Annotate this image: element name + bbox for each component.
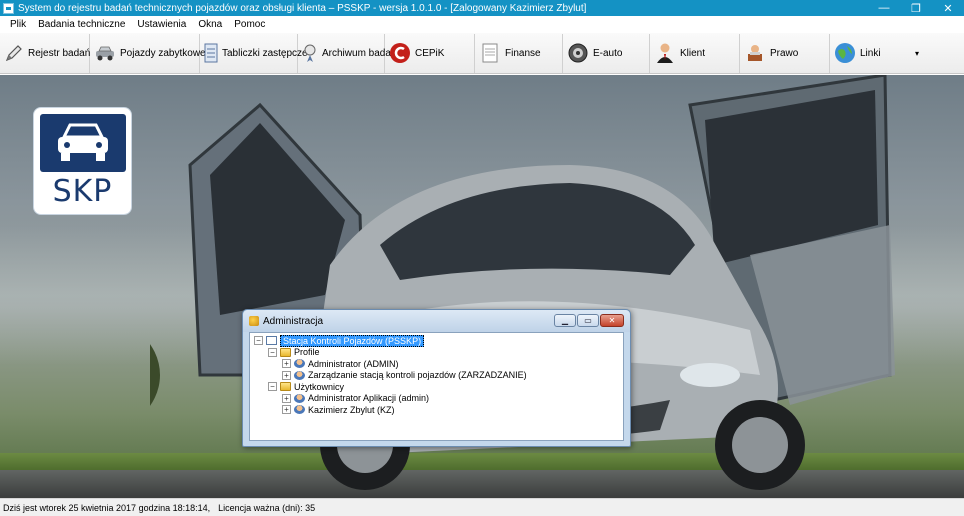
dialog-app-icon [249,316,259,326]
menu-plik[interactable]: Plik [4,19,32,30]
linki-label: Linki [860,47,881,59]
tabliczki-zastepcze-button[interactable]: Tabliczki zastępcze [200,33,308,73]
collapse-icon[interactable]: − [268,382,277,392]
archive-icon [302,42,318,64]
app-icon [3,2,14,14]
expand-icon[interactable]: + [282,405,291,415]
tree-node-user-admin[interactable]: + Administrator Aplikacji (admin) [254,393,619,405]
vintage-car-icon [94,42,116,64]
dialog-maximize-button[interactable]: ▭ [577,314,599,327]
status-date: Dziś jest wtorek 25 kwietnia 2017 godzin… [3,502,211,513]
tree-node-user-kz[interactable]: + Kazimierz Zbylut (KZ) [254,404,619,416]
tree-node-label: Stacja Kontroli Pojazdów (PSSKP) [280,334,425,347]
window-controls: — ❐ ✕ [868,0,964,16]
dialog-window-controls: ▁ ▭ ✕ [554,314,624,327]
close-button[interactable]: ✕ [932,0,964,16]
tree-node-profile-admin[interactable]: + Administrator (ADMIN) [254,358,619,370]
title-bar: System do rejestru badań technicznych po… [0,0,964,16]
expand-icon[interactable]: + [282,393,291,403]
user-icon [294,370,305,380]
tree-node-profile[interactable]: − Profile [254,347,619,359]
cepik-label: CEPiK [415,47,445,59]
tabliczki-zastepcze-label: Tabliczki zastępcze [222,47,308,59]
expand-icon[interactable]: + [282,370,291,380]
status-bar: Dziś jest wtorek 25 kwietnia 2017 godzin… [0,498,964,516]
tree-node-label: Profile [294,347,320,358]
tree-node-label: Zarządzanie stacją kontroli pojazdów (ZA… [308,370,527,381]
globe-icon [834,42,856,64]
skp-logo-text: SKP [52,174,113,209]
toolbar-overflow-dropdown[interactable]: ▾ [902,49,932,58]
pojazdy-zabytkowe-label: Pojazdy zabytkowe [120,47,206,59]
menu-bar: Plik Badania techniczne Ustawienia Okna … [0,16,964,33]
menu-okna[interactable]: Okna [192,19,228,30]
dialog-title: Administracja [263,315,324,327]
archiwum-badan-button[interactable]: Archiwum badań [298,33,396,73]
tree-node-station[interactable]: − Stacja Kontroli Pojazdów (PSSKP) [254,334,619,347]
window-title: System do rejestru badań technicznych po… [18,2,587,14]
dialog-minimize-button[interactable]: ▁ [554,314,576,327]
toolbar: Rejestr badań Pojazdy zabytkowe Tabliczk… [0,33,964,74]
klient-button[interactable]: Klient [650,33,740,73]
folder-icon [280,382,291,392]
menu-pomoc[interactable]: Pomoc [228,19,271,30]
administration-dialog: Administracja ▁ ▭ ✕ − Stacja Kontroli Po… [242,309,631,447]
minimize-button[interactable]: — [868,0,900,16]
administration-tree[interactable]: − Stacja Kontroli Pojazdów (PSSKP) − Pro… [249,332,624,441]
dialog-close-button[interactable]: ✕ [600,314,624,327]
plate-icon [204,42,218,64]
status-license: Licencja ważna (dni): 35 [218,502,316,513]
monitor-icon [266,336,277,346]
pojazdy-zabytkowe-button[interactable]: Pojazdy zabytkowe [90,33,206,73]
user-icon [294,393,305,403]
eauto-icon [567,42,589,64]
document-icon [479,42,501,64]
e-auto-label: E-auto [593,47,623,59]
user-icon [294,359,305,369]
finanse-label: Finanse [505,47,541,59]
tree-node-label: Użytkownicy [294,381,345,392]
klient-label: Klient [680,47,706,59]
tree-node-label: Administrator (ADMIN) [308,358,399,369]
rejestr-badan-label: Rejestr badań [28,47,91,59]
pen-icon [4,42,24,64]
expand-icon[interactable]: + [282,359,291,369]
menu-badania-techniczne[interactable]: Badania techniczne [32,19,131,30]
user-icon [294,405,305,415]
tree-node-label: Administrator Aplikacji (admin) [308,393,430,404]
linki-button[interactable]: Linki [830,34,902,73]
prawo-button[interactable]: Prawo [740,33,830,73]
tree-node-uzytkownicy[interactable]: − Użytkownicy [254,381,619,393]
collapse-icon[interactable]: − [268,347,277,357]
e-auto-button[interactable]: E-auto [563,33,650,73]
tree-node-profile-zarzadzanie[interactable]: + Zarządzanie stacją kontroli pojazdów (… [254,370,619,382]
folder-icon [280,347,291,357]
rejestr-badan-button[interactable]: Rejestr badań [0,33,91,73]
menu-ustawienia[interactable]: Ustawienia [131,19,192,30]
cepik-button[interactable]: CEPiK [385,33,475,73]
finanse-button[interactable]: Finanse [475,33,563,73]
car-front-icon [39,114,126,172]
cepik-icon [389,42,411,64]
law-icon [744,42,766,64]
restore-button[interactable]: ❐ [900,0,932,16]
skp-logo: SKP [33,107,132,215]
prawo-label: Prawo [770,47,799,59]
tree-node-label: Kazimierz Zbylut (KZ) [308,404,395,415]
client-icon [654,42,676,64]
collapse-icon[interactable]: − [254,336,263,346]
